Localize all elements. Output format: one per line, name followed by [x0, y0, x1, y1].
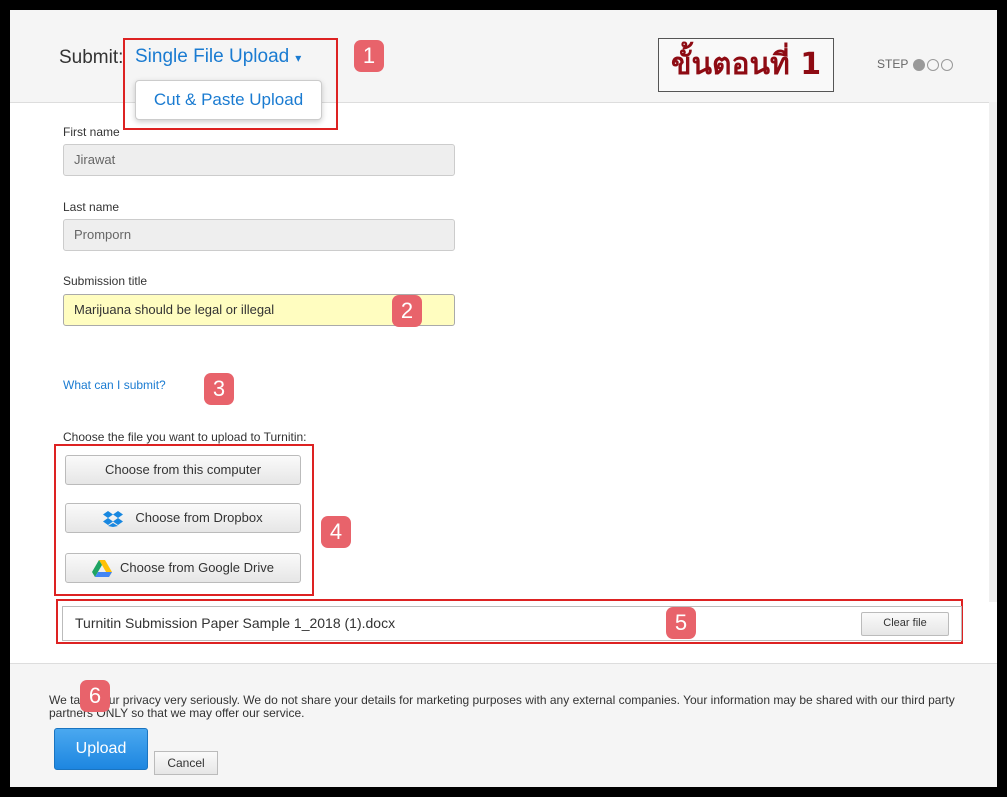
step-badge-3: 3	[204, 373, 234, 405]
last-name-field[interactable]: Promporn	[63, 219, 455, 251]
cancel-button[interactable]: Cancel	[154, 751, 218, 775]
upload-button[interactable]: Upload	[54, 728, 148, 770]
step-dot-active-icon	[913, 58, 926, 71]
annotation-box-1	[123, 38, 338, 130]
step-badge-1: 1	[354, 40, 384, 72]
first-name-field[interactable]: Jirawat	[63, 144, 455, 176]
google-drive-icon	[92, 560, 113, 578]
step-dot-icon	[941, 58, 954, 71]
selected-file-row: Turnitin Submission Paper Sample 1_2018 …	[62, 606, 962, 641]
choose-from-dropbox-button[interactable]: Choose from Dropbox	[65, 503, 301, 533]
step-indicator: STEP	[877, 57, 954, 71]
clear-file-button[interactable]: Clear file	[861, 612, 949, 636]
step-badge-6: 6	[80, 680, 110, 712]
dropbox-button-label: Choose from Dropbox	[135, 510, 263, 525]
submission-title-label: Submission title	[63, 274, 148, 288]
what-can-i-submit-link[interactable]: What can I submit?	[63, 378, 166, 392]
header: Submit: Single File Upload ▾ Cut & Paste …	[10, 10, 997, 130]
privacy-notice: We take your privacy very seriously. We …	[49, 693, 955, 720]
choose-file-label: Choose the file you want to upload to Tu…	[63, 430, 307, 444]
submission-frame: Submit: Single File Upload ▾ Cut & Paste …	[7, 7, 1000, 790]
google-drive-button-label: Choose from Google Drive	[120, 560, 274, 575]
step-dot-icon	[927, 58, 940, 71]
step-label: STEP	[877, 57, 909, 71]
header-title: Submit:	[59, 47, 124, 68]
step-badge-2: 2	[392, 295, 422, 327]
selected-file-name: Turnitin Submission Paper Sample 1_2018 …	[75, 615, 396, 631]
dropbox-icon	[103, 511, 124, 528]
last-name-label: Last name	[63, 200, 120, 214]
thai-step-title: ขั้นตอนที่ 1	[658, 38, 835, 92]
first-name-label: First name	[63, 125, 120, 139]
step-badge-4: 4	[321, 516, 351, 548]
scrollbar[interactable]	[989, 102, 997, 602]
choose-from-google-drive-button[interactable]: Choose from Google Drive	[65, 553, 301, 583]
choose-from-computer-button[interactable]: Choose from this computer	[65, 455, 301, 485]
step-badge-5: 5	[666, 607, 696, 639]
